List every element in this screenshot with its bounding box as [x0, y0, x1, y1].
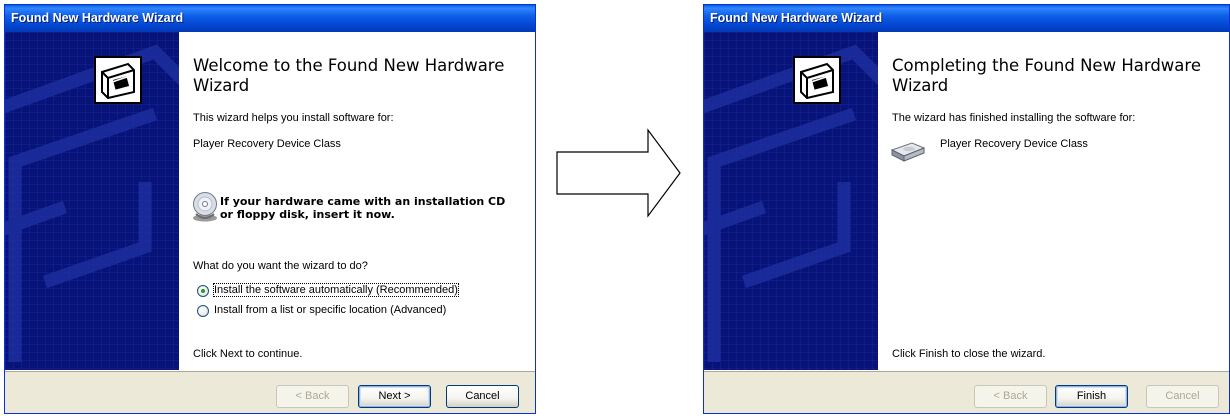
- cd-disk-icon: [193, 192, 217, 222]
- cancel-button[interactable]: Cancel: [1146, 385, 1219, 408]
- wizard-sidebar: [704, 32, 878, 370]
- cd-prompt-line1: If your hardware came with an installati…: [220, 195, 506, 208]
- button-bar: < Back Next > Cancel: [5, 370, 535, 413]
- radio-button[interactable]: [197, 305, 209, 317]
- close-hint: Click Finish to close the wizard.: [892, 348, 1046, 360]
- title-bar[interactable]: Found New Hardware Wizard: [5, 5, 535, 32]
- device-name: Player Recovery Device Class: [193, 138, 341, 150]
- device-drive-icon: [890, 142, 926, 162]
- button-bar: < Back Finish Cancel: [704, 370, 1229, 413]
- wizard-heading: Welcome to the Found New Hardware Wizard: [193, 56, 505, 95]
- radio-label[interactable]: Install from a list or specific location…: [214, 304, 446, 316]
- wizard-window-welcome: Found New Hardware Wizard Welcome to the…: [4, 4, 536, 414]
- cd-prompt: If your hardware came with an installati…: [192, 190, 522, 226]
- wizard-content: Welcome to the Found New Hardware Wizard…: [179, 32, 535, 370]
- intro-text: This wizard helps you install software f…: [193, 112, 394, 124]
- device-name: Player Recovery Device Class: [940, 138, 1088, 150]
- finished-text: The wizard has finished installing the s…: [892, 112, 1136, 124]
- back-button[interactable]: < Back: [974, 385, 1047, 408]
- hardware-wizard-icon: [793, 56, 841, 104]
- back-button[interactable]: < Back: [276, 385, 349, 408]
- sidebar-watermark: [704, 44, 878, 362]
- cd-prompt-line2: or floppy disk, insert it now.: [220, 208, 395, 221]
- radio-label[interactable]: Install the software automatically (Reco…: [213, 283, 459, 297]
- wizard-sidebar: [5, 32, 179, 370]
- window-title: Found New Hardware Wizard: [710, 11, 883, 25]
- sidebar-watermark: [5, 44, 179, 362]
- finish-button[interactable]: Finish: [1055, 385, 1128, 408]
- wizard-question: What do you want the wizard to do?: [193, 260, 368, 272]
- radio-button-selected[interactable]: [197, 285, 209, 297]
- cd-prompt-text: If your hardware came with an installati…: [220, 195, 505, 221]
- title-bar[interactable]: Found New Hardware Wizard: [704, 5, 1229, 32]
- wizard-window-completing: Found New Hardware Wizard Completing the…: [703, 4, 1230, 414]
- wizard-content: Completing the Found New Hardware Wizard…: [878, 32, 1229, 370]
- continue-hint: Click Next to continue.: [193, 348, 303, 360]
- next-button[interactable]: Next >: [358, 385, 431, 408]
- right-arrow-icon: [556, 128, 681, 218]
- cancel-button[interactable]: Cancel: [446, 385, 519, 408]
- wizard-heading: Completing the Found New Hardware Wizard: [892, 56, 1201, 95]
- installed-device: Player Recovery Device Class: [890, 138, 1220, 162]
- window-title: Found New Hardware Wizard: [11, 11, 184, 25]
- hardware-wizard-icon: [94, 56, 142, 104]
